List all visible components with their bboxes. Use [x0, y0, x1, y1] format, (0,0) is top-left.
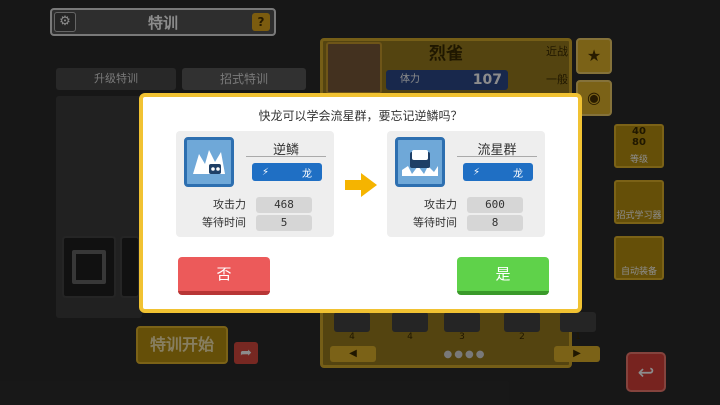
new-move-type-badge: ⚡ 龙 [463, 163, 533, 181]
no-button[interactable]: 否 [178, 257, 270, 295]
old-move-name: 逆鳞 [246, 139, 326, 158]
outrage-move-icon [184, 137, 234, 187]
dragon-type-icon: ⚡ [262, 166, 270, 178]
old-move-type: 龙 [302, 168, 312, 180]
old-move-attack-value: 468 [256, 197, 312, 213]
draco-meteor-move-icon [395, 137, 445, 187]
forget-move-dialog: 快龙可以学会流星群，要忘记逆鳞吗？ 逆鳞 ⚡ 龙 攻击力 468 等待时间 5 [139, 93, 582, 313]
new-move-name: 流星群 [457, 139, 537, 158]
old-move-type-badge: ⚡ 龙 [252, 163, 322, 181]
attack-label: 攻击力 [213, 198, 246, 211]
new-move-wait-value: 8 [467, 215, 523, 231]
attack-label: 攻击力 [424, 198, 457, 211]
yes-button[interactable]: 是 [457, 257, 549, 295]
old-move-card: 逆鳞 ⚡ 龙 攻击力 468 等待时间 5 [176, 131, 334, 237]
new-move-wait-row: 等待时间 8 [387, 215, 545, 231]
wait-label: 等待时间 [413, 216, 457, 229]
new-move-type: 龙 [513, 168, 523, 180]
old-move-wait-value: 5 [256, 215, 312, 231]
wait-label: 等待时间 [202, 216, 246, 229]
dialog-question: 快龙可以学会流星群，要忘记逆鳞吗？ [258, 109, 463, 123]
new-move-attack-value: 600 [467, 197, 523, 213]
arrow-right-icon [345, 173, 377, 197]
old-move-attack-row: 攻击力 468 [176, 197, 334, 213]
new-move-attack-row: 攻击力 600 [387, 197, 545, 213]
dragon-type-icon: ⚡ [473, 166, 481, 178]
new-move-card: 流星群 ⚡ 龙 攻击力 600 等待时间 8 [387, 131, 545, 237]
old-move-wait-row: 等待时间 5 [176, 215, 334, 231]
